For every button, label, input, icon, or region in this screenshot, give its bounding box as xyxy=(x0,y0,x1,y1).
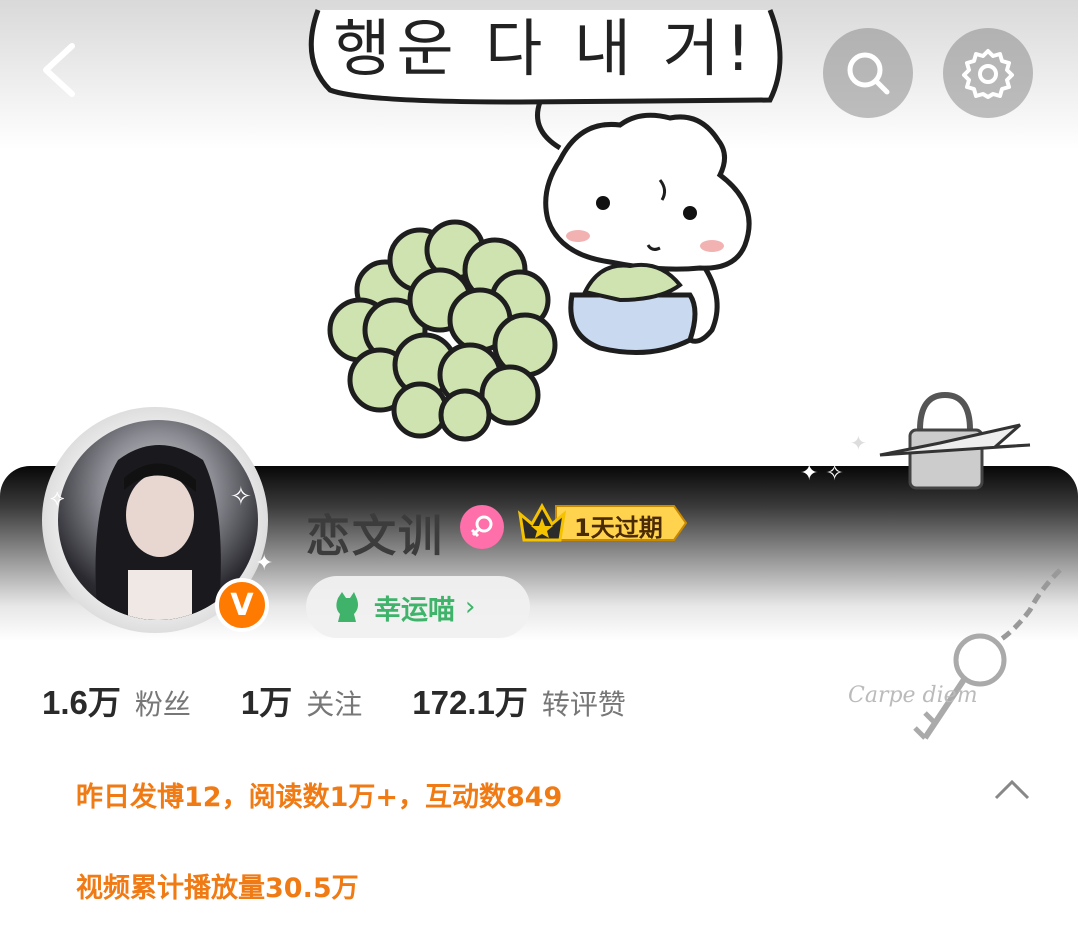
engagement-count: 172.1万 xyxy=(412,684,528,721)
settings-button[interactable] xyxy=(943,28,1033,118)
female-gender-icon xyxy=(460,505,504,549)
yesterday-activity-summary: 昨日发博12，阅读数1万+，互动数849 xyxy=(76,782,563,813)
svg-text:❦: ❦ xyxy=(205,395,228,427)
svg-text:✦: ✦ xyxy=(255,551,273,576)
followers-stat[interactable]: 1.6万 粉丝 xyxy=(42,676,191,724)
speech-tail xyxy=(535,101,562,151)
clover-pile xyxy=(327,219,558,442)
svg-text:✦ ✧: ✦ ✧ xyxy=(800,461,844,486)
followers-count: 1.6万 xyxy=(42,684,121,721)
vip-expiry-text: 1天过期 xyxy=(574,514,663,542)
collapse-chevron-up-icon[interactable] xyxy=(990,772,1034,808)
following-label: 关注 xyxy=(306,688,363,721)
engagement-label: 转评赞 xyxy=(541,688,626,721)
svg-text:✧: ✧ xyxy=(230,482,252,512)
key-sticker: Carpe diem xyxy=(848,568,1062,740)
chevron-right-icon: › xyxy=(465,592,476,622)
speech-bubble-text: 행운 다 내 거! xyxy=(333,12,757,85)
svg-text:Carpe diem: Carpe diem xyxy=(848,683,978,708)
lucky-label: 幸运喵 xyxy=(374,594,455,626)
back-arrow-icon[interactable] xyxy=(30,38,94,102)
following-count: 1万 xyxy=(240,684,293,721)
svg-text:✦: ✦ xyxy=(45,424,74,464)
video-plays-summary: 视频累计播放量30.5万 xyxy=(76,873,359,904)
search-button[interactable] xyxy=(823,28,913,118)
followers-label: 粉丝 xyxy=(134,688,191,721)
profile-stats: 1.6万 粉丝 1万 关注 172.1万 转评赞 xyxy=(42,676,676,724)
svg-text:⟡: ⟡ xyxy=(50,486,65,511)
clover-bowl xyxy=(568,262,698,355)
gear-icon xyxy=(962,49,1014,99)
green-cat-icon xyxy=(336,592,358,622)
lock-sticker: ✦ ✧ ✧ ✦ xyxy=(800,391,1058,490)
verified-badge-icon[interactable]: V xyxy=(215,578,269,632)
lucky-cat-button[interactable]: 幸运喵 › xyxy=(306,576,530,638)
profile-username: 恋文训 xyxy=(306,511,444,562)
svg-text:✦: ✦ xyxy=(850,431,867,455)
following-stat[interactable]: 1万 关注 xyxy=(241,676,362,724)
svg-text:✧: ✧ xyxy=(1040,441,1058,466)
engagement-stat[interactable]: 172.1万 转评赞 xyxy=(412,676,626,724)
search-icon xyxy=(847,52,890,95)
